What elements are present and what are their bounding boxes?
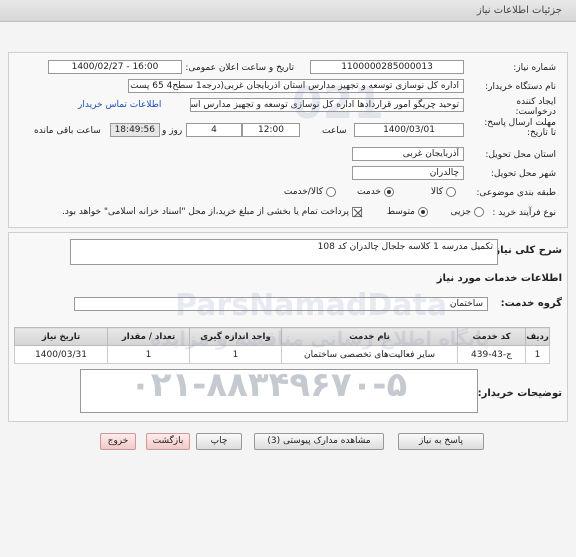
announce-field: 1400/02/27 - 16:00: [48, 60, 182, 74]
radio-icon: [474, 207, 484, 217]
city-label: شهر محل تحویل:: [490, 169, 556, 179]
category-option-goods[interactable]: کالا: [431, 187, 456, 197]
buyer-notes-label: توضیحات خریدار:: [477, 388, 562, 399]
cell-row-number: 1: [525, 345, 550, 364]
category-label: طبقه بندی موضوعی:: [476, 188, 556, 198]
need-number-field: 1100000285000013: [310, 60, 464, 74]
watermark-brand: ParsNamadData: [175, 288, 448, 323]
days-field: 4: [186, 123, 242, 137]
print-button[interactable]: چاپ: [196, 433, 242, 450]
process-label: نوع فرآیند خرید :: [492, 208, 556, 218]
process-option-medium[interactable]: متوسط: [387, 207, 428, 217]
summary-field: تکمیل مدرسه 1 کلاسه جلجال چالدران کد 108: [70, 239, 498, 265]
buyer-label: نام دستگاه خریدار:: [485, 82, 556, 92]
buyer-contact-link[interactable]: اطلاعات تماس خریدار: [78, 100, 161, 110]
exit-button[interactable]: خروج: [100, 433, 136, 450]
process-option-minor[interactable]: جزیی: [450, 207, 484, 217]
deadline-label: مهلت ارسال پاسخ: تا تاریخ:: [484, 118, 556, 138]
radio-selected-icon: [418, 207, 428, 217]
column-need-date: تاریخ نیاز: [14, 327, 108, 346]
province-label: استان محل تحویل:: [485, 150, 556, 160]
watermark-digits: 021: [292, 78, 384, 129]
remaining-time-field: 18:49:56: [110, 123, 160, 137]
summary-label: شرح کلی نیاز:: [490, 245, 562, 256]
category-option-service[interactable]: خدمت: [357, 187, 394, 197]
category-option-goods-service[interactable]: کالا/خدمت: [284, 187, 336, 197]
view-attachments-button[interactable]: مشاهده مدارک پیوستی (3): [254, 433, 384, 450]
announce-label: تاریخ و ساعت اعلان عمومی:: [185, 63, 294, 73]
services-section-title: اطلاعات خدمات مورد نیاز: [436, 273, 562, 284]
radio-icon: [326, 187, 336, 197]
radio-icon: [446, 187, 456, 197]
remaining-label: ساعت باقی مانده: [34, 126, 101, 136]
reply-to-need-button[interactable]: پاسخ به نیاز: [398, 433, 484, 450]
back-button[interactable]: بازگشت: [146, 433, 190, 450]
days-label: روز و: [162, 126, 183, 136]
city-field: چالدران: [352, 166, 464, 180]
column-row-number: ردیف: [525, 327, 550, 346]
radio-selected-icon: [384, 187, 394, 197]
treasury-payment-checkbox[interactable]: پرداخت تمام یا بخشی از مبلغ خرید،از محل …: [62, 207, 363, 218]
creator-label: ایجاد کننده درخواست:: [515, 97, 556, 117]
page-title: جزئیات اطلاعات نیاز: [476, 5, 562, 16]
province-field: آذربایجان غربی: [352, 147, 464, 161]
page-header: جزئیات اطلاعات نیاز: [0, 0, 576, 22]
need-number-label: شماره نیاز:: [513, 63, 556, 73]
checkbox-checked-icon: [352, 207, 363, 218]
watermark-tagline: پایگاه اطلاع رسانی مناقصه و مزایده: [150, 328, 490, 350]
service-group-label: گروه خدمت:: [500, 298, 562, 309]
cell-need-date: 1400/03/31: [14, 345, 108, 364]
watermark-phone: ۰۲۱-۸۸۳۴۹۶۷۰-۵: [130, 365, 408, 405]
